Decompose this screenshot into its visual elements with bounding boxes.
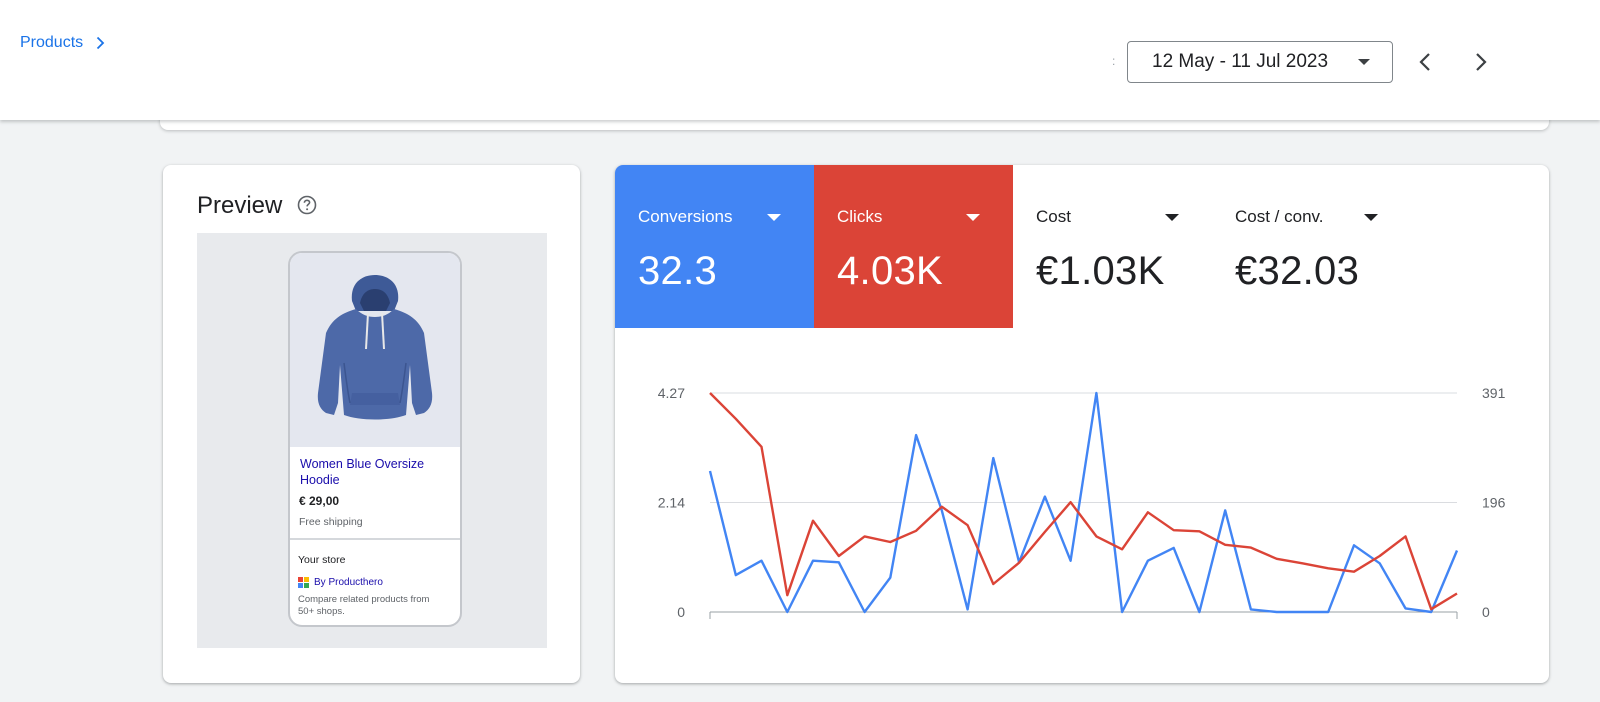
breadcrumb-products[interactable]: Products: [20, 34, 107, 52]
right-axis-tick-label: 196: [1482, 495, 1506, 511]
chevron-right-icon: [1476, 53, 1487, 71]
product-shipping: Free shipping: [299, 516, 363, 528]
divider: [290, 538, 460, 540]
breadcrumb-label[interactable]: Products: [20, 34, 83, 52]
chevron-right-icon: [97, 36, 105, 50]
previous-period-button[interactable]: [1408, 44, 1444, 80]
right-axis-tick-label: 391: [1482, 385, 1506, 401]
hoodie-image: [317, 275, 433, 420]
date-range-label: 12 May - 11 Jul 2023: [1152, 51, 1329, 72]
date-picker-separator: :: [1112, 54, 1116, 68]
product-image: [290, 253, 460, 447]
preview-area: Women Blue Oversize Hoodie € 29,00 Free …: [197, 233, 547, 648]
date-range-picker[interactable]: 12 May - 11 Jul 2023: [1127, 41, 1393, 83]
left-axis-tick-label: 4.27: [658, 385, 685, 401]
producthero-logo-icon: [298, 577, 309, 588]
store-label: Your store: [298, 554, 346, 566]
performance-chart: 4.27 2.14 0 391 196 0: [658, 385, 1506, 620]
right-axis-tick-label: 0: [1482, 604, 1490, 620]
help-icon[interactable]: [296, 194, 318, 216]
series-line-clicks: [709, 392, 1458, 611]
by-producthero-link[interactable]: By Producthero: [298, 577, 383, 588]
performance-card: Conversions 32.3 Clicks 4.03K Cost €1.03…: [615, 165, 1549, 683]
dropdown-caret-icon: [1358, 59, 1370, 65]
next-period-button[interactable]: [1462, 44, 1498, 80]
by-line-label: By Producthero: [314, 577, 383, 588]
compare-text: Compare related products from 50+ shops.: [298, 594, 430, 617]
chevron-left-icon: [1419, 53, 1430, 71]
top-bar: Products : 12 May - 11 Jul 2023: [0, 0, 1600, 120]
left-axis-tick-label: 2.14: [658, 495, 685, 511]
phone-mockup: Women Blue Oversize Hoodie € 29,00 Free …: [288, 251, 462, 627]
preview-card: Preview Women Blue Oversize Hoodie € 29,…: [163, 165, 580, 683]
left-axis-tick-label: 0: [677, 604, 685, 620]
product-name[interactable]: Women Blue Oversize Hoodie: [300, 456, 450, 488]
preview-title: Preview: [197, 192, 283, 219]
product-price: € 29,00: [299, 494, 340, 508]
